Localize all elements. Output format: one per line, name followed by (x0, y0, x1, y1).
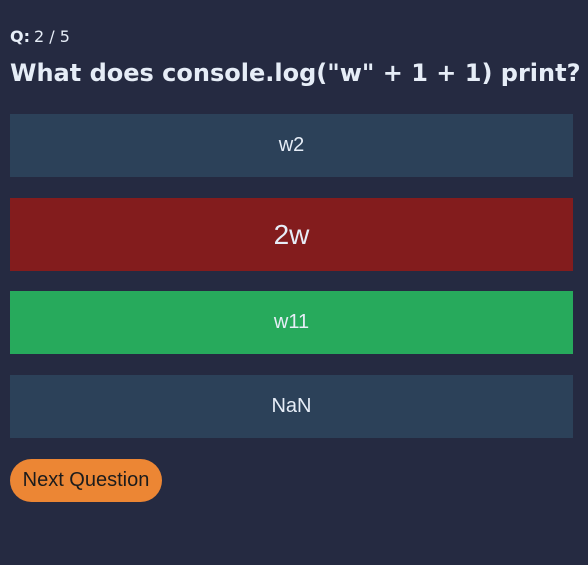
counter-label: Q: (10, 27, 30, 46)
answer-option-2w-incorrect[interactable]: 2w (10, 198, 573, 271)
next-question-button[interactable]: Next Question (10, 459, 162, 502)
counter-value: 2 / 5 (34, 27, 70, 46)
answer-option-nan[interactable]: NaN (10, 375, 573, 438)
answer-label: NaN (271, 395, 312, 417)
answer-option-w2[interactable]: w2 (10, 114, 573, 177)
next-question-label: Next Question (22, 469, 150, 491)
answer-label: 2w (273, 218, 310, 250)
answer-option-w11-correct[interactable]: w11 (10, 291, 573, 354)
answer-label: w2 (278, 134, 305, 156)
question-text: What does console.log("w" + 1 + 1) print… (10, 59, 581, 87)
answer-label: w11 (273, 311, 310, 333)
question-counter: Q: 2 / 5 (10, 27, 70, 47)
